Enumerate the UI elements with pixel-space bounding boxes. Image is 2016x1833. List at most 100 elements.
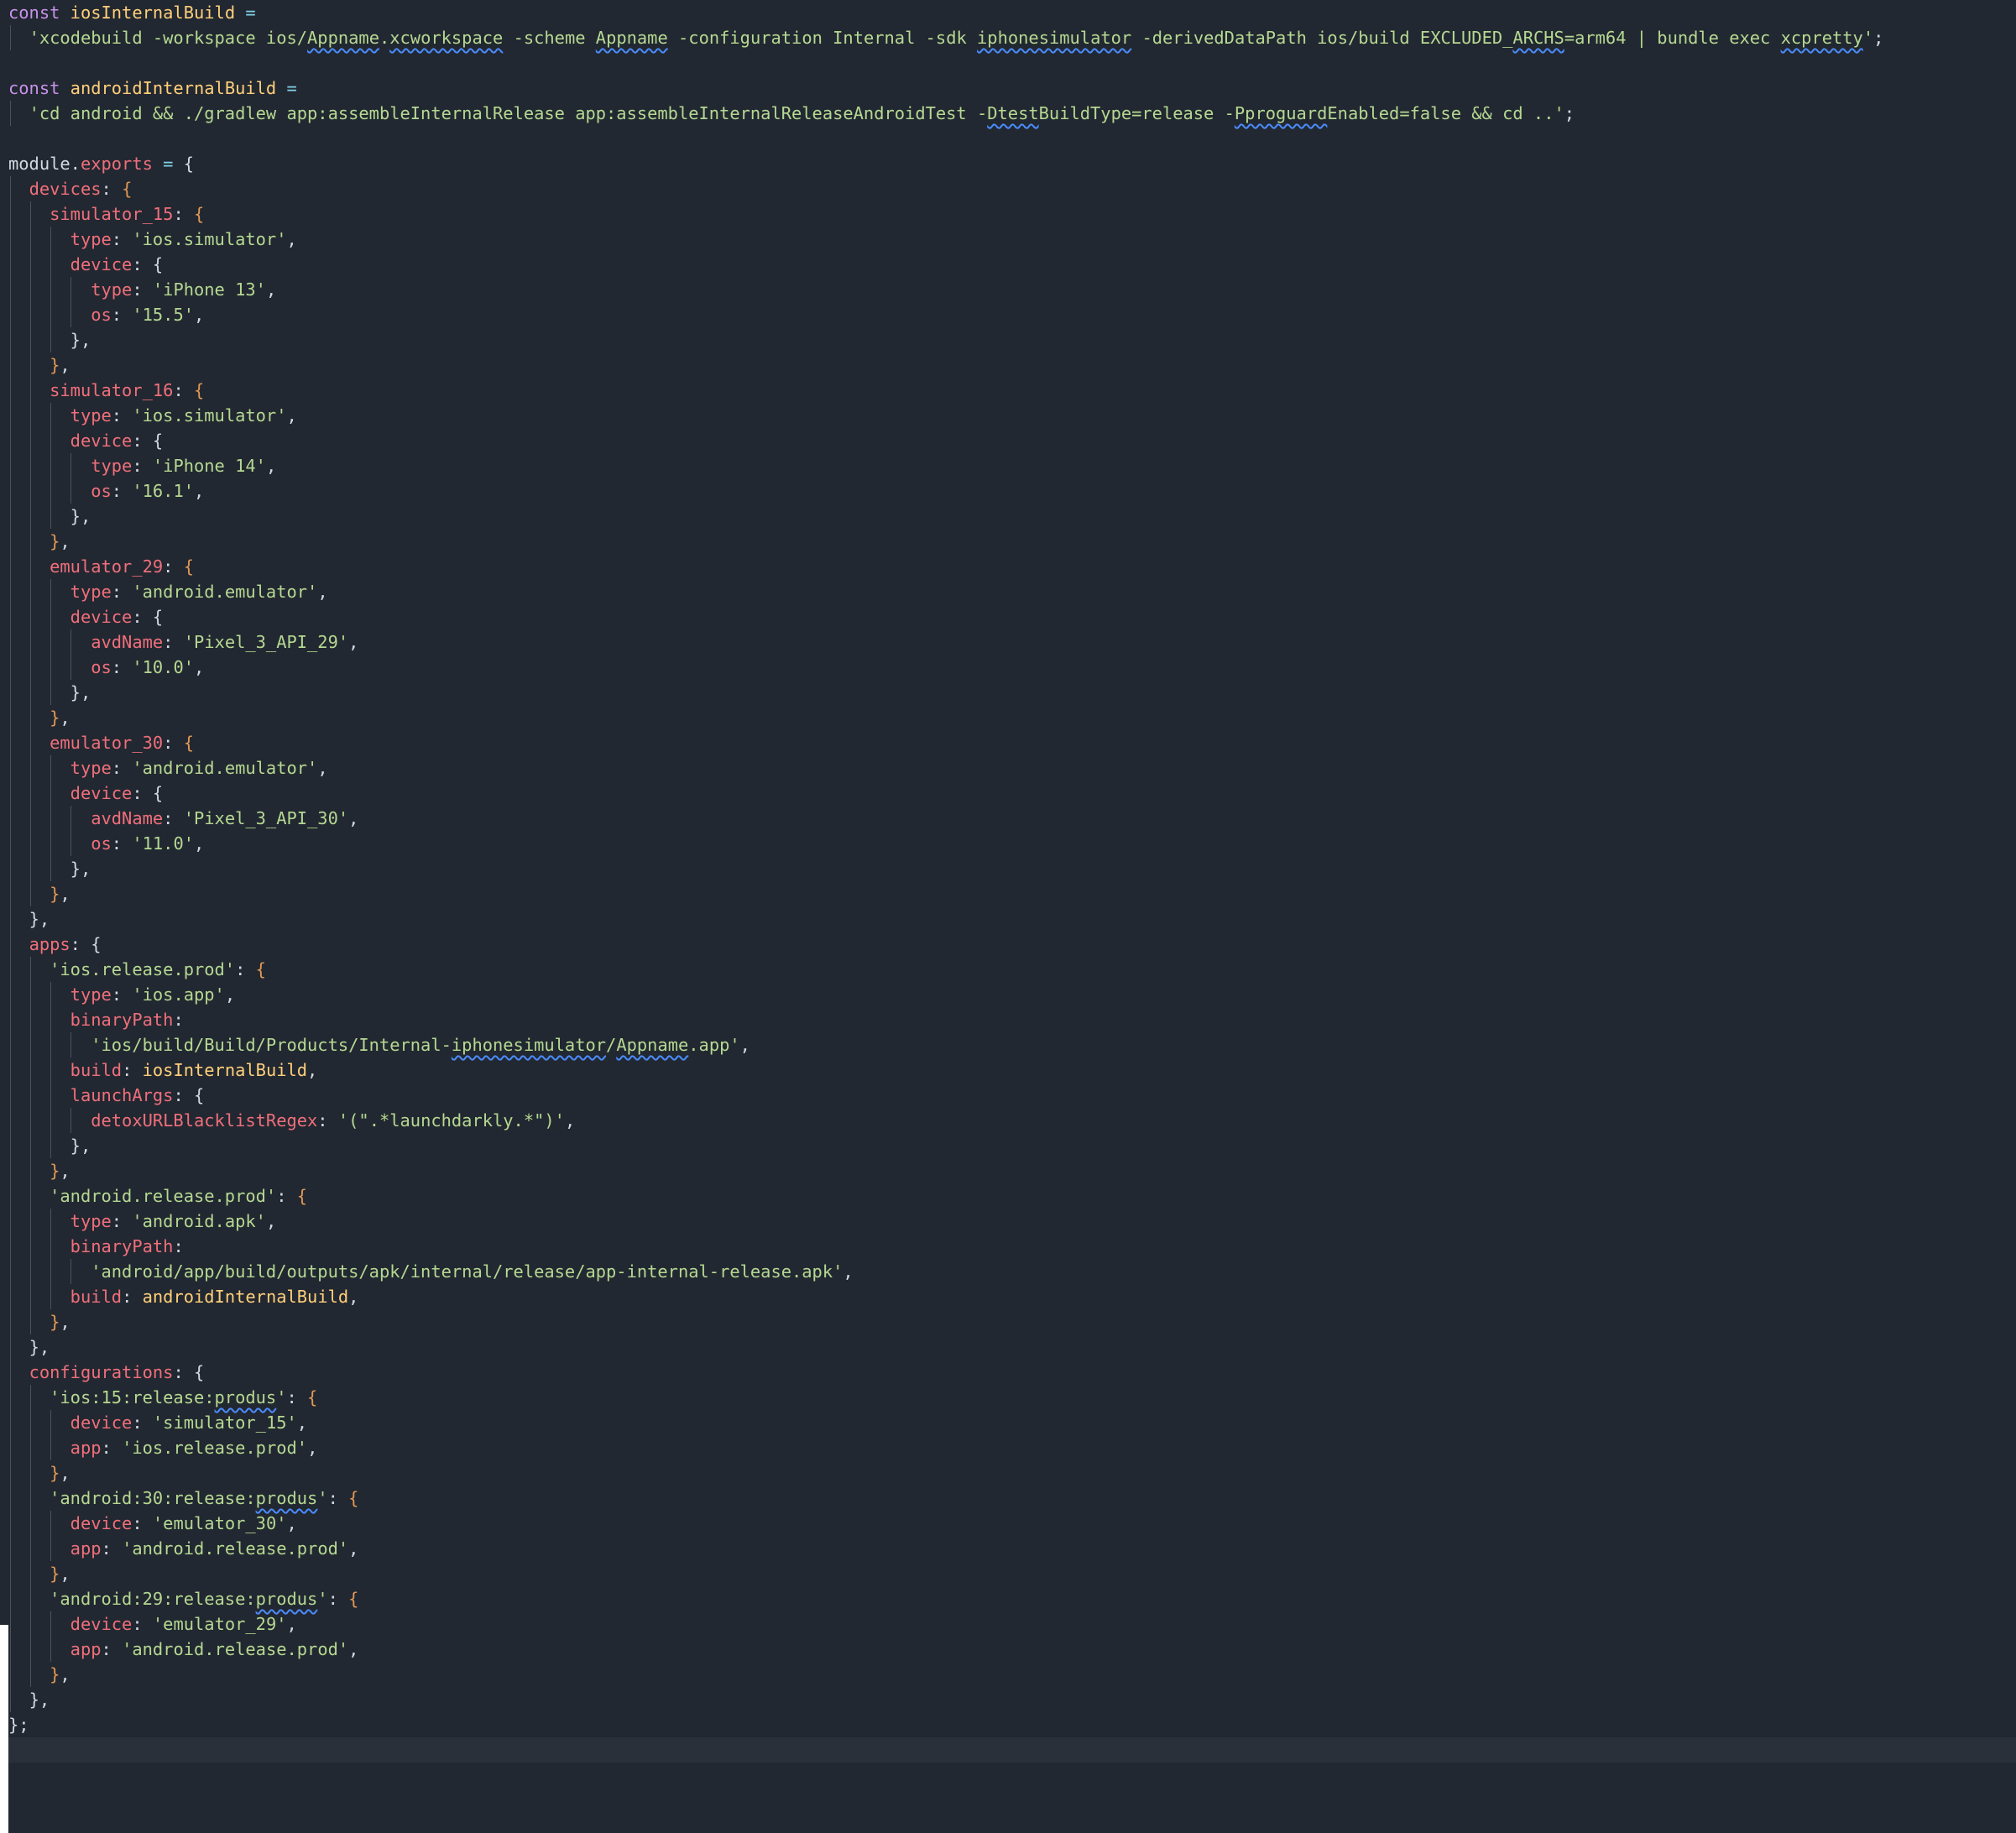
code-token: Appname xyxy=(616,1035,689,1055)
code-line[interactable]: }; xyxy=(8,1712,2016,1737)
code-line[interactable]: avdName: 'Pixel_3_API_29', xyxy=(8,629,2016,655)
code-line[interactable]: 'xcodebuild -workspace ios/Appname.xcwor… xyxy=(8,25,2016,50)
code-line[interactable]: app: 'android.release.prod', xyxy=(8,1637,2016,1662)
code-line[interactable]: type: 'iPhone 13', xyxy=(8,277,2016,302)
code-line[interactable]: simulator_16: { xyxy=(8,378,2016,403)
code-line[interactable]: 'ios/build/Build/Products/Internal-iphon… xyxy=(8,1032,2016,1058)
code-line[interactable]: device: 'simulator_15', xyxy=(8,1410,2016,1435)
code-line[interactable]: }, xyxy=(8,1334,2016,1360)
code-line[interactable]: binaryPath: xyxy=(8,1234,2016,1259)
code-line[interactable]: type: 'android.emulator', xyxy=(8,579,2016,604)
code-line[interactable]: configurations: { xyxy=(8,1360,2016,1385)
code-token: } xyxy=(50,531,60,551)
code-line[interactable]: 'ios.release.prod': { xyxy=(8,957,2016,982)
code-line[interactable]: 'android:30:release:produs': { xyxy=(8,1486,2016,1511)
code-line[interactable]: device: { xyxy=(8,252,2016,277)
code-line-text: }, xyxy=(8,1687,50,1712)
code-line[interactable]: 'android.release.prod': { xyxy=(8,1183,2016,1209)
code-line[interactable]: app: 'android.release.prod', xyxy=(8,1536,2016,1561)
code-line[interactable]: binaryPath: xyxy=(8,1007,2016,1032)
code-line[interactable]: module.exports = { xyxy=(8,151,2016,176)
code-token: } xyxy=(50,884,60,904)
code-token: =arm64 | bundle exec xyxy=(1564,28,1781,48)
code-line[interactable]: }, xyxy=(8,327,2016,352)
code-line[interactable]: }, xyxy=(8,1687,2016,1712)
code-token: { xyxy=(307,1387,318,1407)
code-token: : xyxy=(317,1110,338,1131)
code-line[interactable]: device: { xyxy=(8,781,2016,806)
code-area[interactable]: const iosInternalBuild = 'xcodebuild -wo… xyxy=(8,0,2016,1737)
code-line[interactable]: detoxURLBlacklistRegex: '(".*launchdarkl… xyxy=(8,1108,2016,1133)
code-line[interactable]: 'android/app/build/outputs/apk/internal/… xyxy=(8,1259,2016,1284)
code-line[interactable]: os: '10.0', xyxy=(8,655,2016,680)
code-line[interactable]: emulator_30: { xyxy=(8,730,2016,755)
code-line[interactable]: device: 'emulator_30', xyxy=(8,1511,2016,1536)
code-line[interactable]: devices: { xyxy=(8,176,2016,201)
code-line[interactable]: const iosInternalBuild = xyxy=(8,0,2016,25)
code-line[interactable]: }, xyxy=(8,504,2016,529)
code-line[interactable]: type: 'iPhone 14', xyxy=(8,453,2016,478)
code-line[interactable]: apps: { xyxy=(8,932,2016,957)
code-line[interactable]: type: 'android.emulator', xyxy=(8,755,2016,781)
code-token: , xyxy=(194,305,205,325)
code-line[interactable]: avdName: 'Pixel_3_API_30', xyxy=(8,806,2016,831)
code-token: : xyxy=(101,1639,123,1659)
code-token: iphonesimulator xyxy=(977,28,1132,48)
code-line[interactable]: }, xyxy=(8,529,2016,554)
code-token: Enabled=false && cd ..' xyxy=(1327,103,1564,123)
code-token: : { xyxy=(173,1085,205,1105)
code-line-text: }, xyxy=(8,906,50,932)
code-line[interactable]: const androidInternalBuild = xyxy=(8,76,2016,101)
code-line[interactable]: }, xyxy=(8,1460,2016,1486)
current-line-highlight xyxy=(8,1737,2016,1762)
code-line[interactable]: device: { xyxy=(8,604,2016,629)
code-line[interactable]: }, xyxy=(8,1158,2016,1183)
code-line[interactable]: build: androidInternalBuild, xyxy=(8,1284,2016,1309)
code-line[interactable]: launchArgs: { xyxy=(8,1083,2016,1108)
code-line[interactable]: }, xyxy=(8,1561,2016,1586)
code-line[interactable]: 'ios:15:release:produs': { xyxy=(8,1385,2016,1410)
code-line[interactable]: os: '11.0', xyxy=(8,831,2016,856)
code-line[interactable] xyxy=(8,126,2016,151)
code-editor[interactable]: const iosInternalBuild = 'xcodebuild -wo… xyxy=(0,0,2016,1833)
code-line[interactable]: }, xyxy=(8,1662,2016,1687)
code-line[interactable]: 'android:29:release:produs': { xyxy=(8,1586,2016,1611)
code-token: . xyxy=(70,154,81,174)
code-line[interactable]: }, xyxy=(8,906,2016,932)
code-line[interactable]: type: 'ios.simulator', xyxy=(8,403,2016,428)
code-line[interactable]: emulator_29: { xyxy=(8,554,2016,579)
code-line[interactable]: }, xyxy=(8,352,2016,378)
code-line[interactable]: device: 'emulator_29', xyxy=(8,1611,2016,1637)
code-token: : xyxy=(132,279,153,300)
code-line[interactable]: type: 'ios.simulator', xyxy=(8,227,2016,252)
code-token: , xyxy=(348,808,359,828)
code-token: , xyxy=(843,1261,854,1282)
code-line[interactable]: type: 'ios.app', xyxy=(8,982,2016,1007)
code-line[interactable]: }, xyxy=(8,680,2016,705)
code-line-text: device: 'emulator_29', xyxy=(8,1611,297,1637)
code-line-text: 'ios/build/Build/Products/Internal-iphon… xyxy=(8,1032,750,1058)
code-line[interactable]: 'cd android && ./gradlew app:assembleInt… xyxy=(8,101,2016,126)
code-line[interactable]: simulator_15: { xyxy=(8,201,2016,227)
code-line[interactable]: }, xyxy=(8,705,2016,730)
code-line[interactable]: os: '16.1', xyxy=(8,478,2016,504)
code-line[interactable]: app: 'ios.release.prod', xyxy=(8,1435,2016,1460)
code-line-text: const iosInternalBuild = xyxy=(8,0,256,25)
code-token: '10.0' xyxy=(132,657,195,677)
code-line[interactable]: }, xyxy=(8,1133,2016,1158)
code-line[interactable]: type: 'android.apk', xyxy=(8,1209,2016,1234)
code-line[interactable]: }, xyxy=(8,881,2016,906)
code-token: : { xyxy=(132,783,164,803)
code-line[interactable]: device: { xyxy=(8,428,2016,453)
code-line[interactable]: os: '15.5', xyxy=(8,302,2016,327)
code-line[interactable]: }, xyxy=(8,856,2016,881)
code-line[interactable]: build: iosInternalBuild, xyxy=(8,1058,2016,1083)
code-line[interactable] xyxy=(8,50,2016,76)
code-token: iphonesimulator xyxy=(451,1035,607,1055)
code-line[interactable]: }, xyxy=(8,1309,2016,1334)
code-line-text: }, xyxy=(8,352,71,378)
